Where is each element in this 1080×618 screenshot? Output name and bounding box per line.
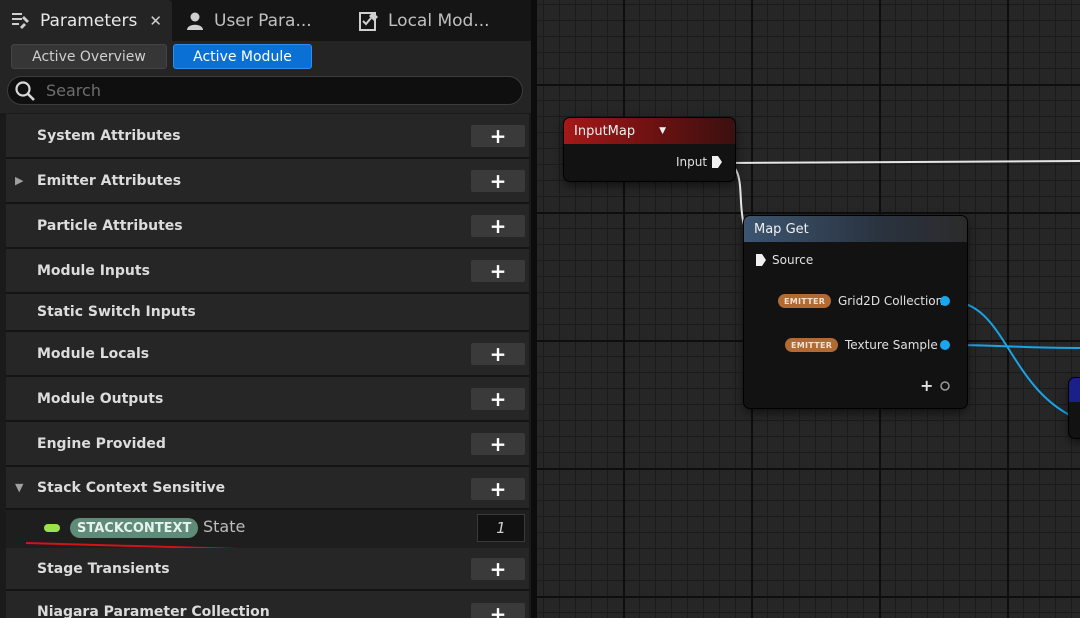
exec-input-pin-icon[interactable] xyxy=(755,253,767,267)
checklist-pencil-icon xyxy=(358,10,380,32)
map-get-node-header[interactable]: Map Get xyxy=(744,216,967,242)
category-label: Stage Transients xyxy=(37,560,170,577)
emitter-namespace-badge: EMITTER xyxy=(778,294,832,308)
type-color-pill xyxy=(44,524,60,532)
active-overview-button[interactable]: Active Overview xyxy=(11,44,167,69)
add-pin-socket-icon[interactable] xyxy=(939,380,951,392)
expand-arrow-icon[interactable]: ▶ xyxy=(15,159,23,202)
category-label: Stack Context Sensitive xyxy=(37,479,226,496)
category-emitter-attributes[interactable]: ▶ Emitter Attributes + xyxy=(6,159,529,204)
category-module-locals[interactable]: Module Locals + xyxy=(6,332,529,377)
partial-offscreen-node[interactable] xyxy=(1069,378,1080,438)
close-icon[interactable]: ✕ xyxy=(149,12,162,30)
search-input[interactable] xyxy=(44,80,488,101)
add-parameter-button[interactable]: + xyxy=(471,169,525,193)
tab-parameters-label: Parameters xyxy=(40,10,138,31)
tab-local-modules[interactable]: Local Mod... xyxy=(358,0,528,41)
add-parameter-button[interactable]: + xyxy=(471,259,525,283)
category-stack-context-sensitive[interactable]: ▼ Stack Context Sensitive + xyxy=(6,467,529,510)
tab-local-modules-label: Local Mod... xyxy=(388,10,490,31)
category-engine-provided[interactable]: Engine Provided + xyxy=(6,422,529,467)
category-stage-transients[interactable]: Stage Transients + xyxy=(6,548,529,591)
parameters-panel: Parameters ✕ User Para... Local Mod... A… xyxy=(0,0,531,618)
texture-sample-pin-label: Texture Sample xyxy=(845,338,938,352)
mode-toggle-bar: Active Overview Active Module xyxy=(0,41,531,71)
exec-wire-right xyxy=(722,160,1080,164)
add-parameter-button[interactable]: + xyxy=(471,387,525,411)
category-label: Module Outputs xyxy=(37,390,164,407)
category-label: Module Inputs xyxy=(37,262,150,279)
wrench-list-icon xyxy=(10,10,32,32)
category-label: Particle Attributes xyxy=(37,217,183,234)
category-niagara-parameter-collection[interactable]: Niagara Parameter Collection + xyxy=(6,591,529,618)
map-get-node-title: Map Get xyxy=(754,221,809,237)
texture-sample-wire xyxy=(948,344,1080,349)
emitter-namespace-badge: EMITTER xyxy=(785,338,839,352)
map-get-node[interactable]: Map Get Source EMITTER Grid2D Collection… xyxy=(744,216,967,408)
search-box[interactable] xyxy=(7,76,523,105)
parameter-name[interactable]: State xyxy=(203,517,245,536)
tab-user-parameters-label: User Para... xyxy=(214,10,312,31)
add-parameter-button[interactable]: + xyxy=(471,602,525,618)
category-label: Emitter Attributes xyxy=(37,172,182,189)
tab-user-parameters[interactable]: User Para... xyxy=(184,0,344,41)
category-system-attributes[interactable]: System Attributes + xyxy=(6,114,529,159)
grid2d-collection-pin-label: Grid2D Collection xyxy=(838,294,944,308)
inputmap-node[interactable]: InputMap ▼ Input xyxy=(564,118,735,181)
node-graph-canvas[interactable]: InputMap ▼ Input Map Get Source EMITTER … xyxy=(537,0,1080,618)
parameter-value-field[interactable]: 1 xyxy=(477,514,525,542)
add-pin-button[interactable]: + xyxy=(920,376,933,395)
partial-node-header xyxy=(1069,378,1080,402)
add-parameter-button[interactable]: + xyxy=(471,477,525,501)
inputmap-node-header[interactable]: InputMap ▼ xyxy=(564,118,735,144)
category-label: Niagara Parameter Collection xyxy=(37,604,270,618)
add-parameter-button[interactable]: + xyxy=(471,432,525,456)
category-label: Module Locals xyxy=(37,345,150,362)
source-pin-label: Source xyxy=(772,253,814,267)
category-static-switch-inputs[interactable]: Static Switch Inputs xyxy=(6,294,529,332)
add-parameter-button[interactable]: + xyxy=(471,124,525,148)
search-icon xyxy=(15,80,35,101)
inputmap-node-title: InputMap xyxy=(574,123,636,139)
texture-sample-output-pin[interactable] xyxy=(940,340,950,350)
category-label: Engine Provided xyxy=(37,435,166,452)
category-label: Static Switch Inputs xyxy=(37,304,196,320)
category-label: System Attributes xyxy=(37,127,181,144)
add-parameter-button[interactable]: + xyxy=(471,214,525,238)
collapse-arrow-icon[interactable]: ▼ xyxy=(15,467,23,508)
dropdown-arrow-icon[interactable]: ▼ xyxy=(659,126,666,136)
person-icon xyxy=(184,10,206,32)
search-row xyxy=(0,71,531,113)
grid2d-collection-output-pin[interactable] xyxy=(940,296,950,306)
input-pin-label: Input xyxy=(676,155,708,169)
namespace-badge: STACKCONTEXT xyxy=(70,518,199,538)
add-parameter-button[interactable]: + xyxy=(471,342,525,366)
category-particle-attributes[interactable]: Particle Attributes + xyxy=(6,204,529,249)
tab-bar: Parameters ✕ User Para... Local Mod... xyxy=(0,0,531,41)
exec-output-pin-icon[interactable] xyxy=(711,155,723,169)
add-parameter-button[interactable]: + xyxy=(471,557,525,581)
category-module-outputs[interactable]: Module Outputs + xyxy=(6,377,529,422)
grid2d-wire xyxy=(948,300,1080,421)
active-module-button[interactable]: Active Module xyxy=(173,44,312,69)
tab-parameters[interactable]: Parameters ✕ xyxy=(0,0,172,41)
category-module-inputs[interactable]: Module Inputs + xyxy=(6,249,529,294)
